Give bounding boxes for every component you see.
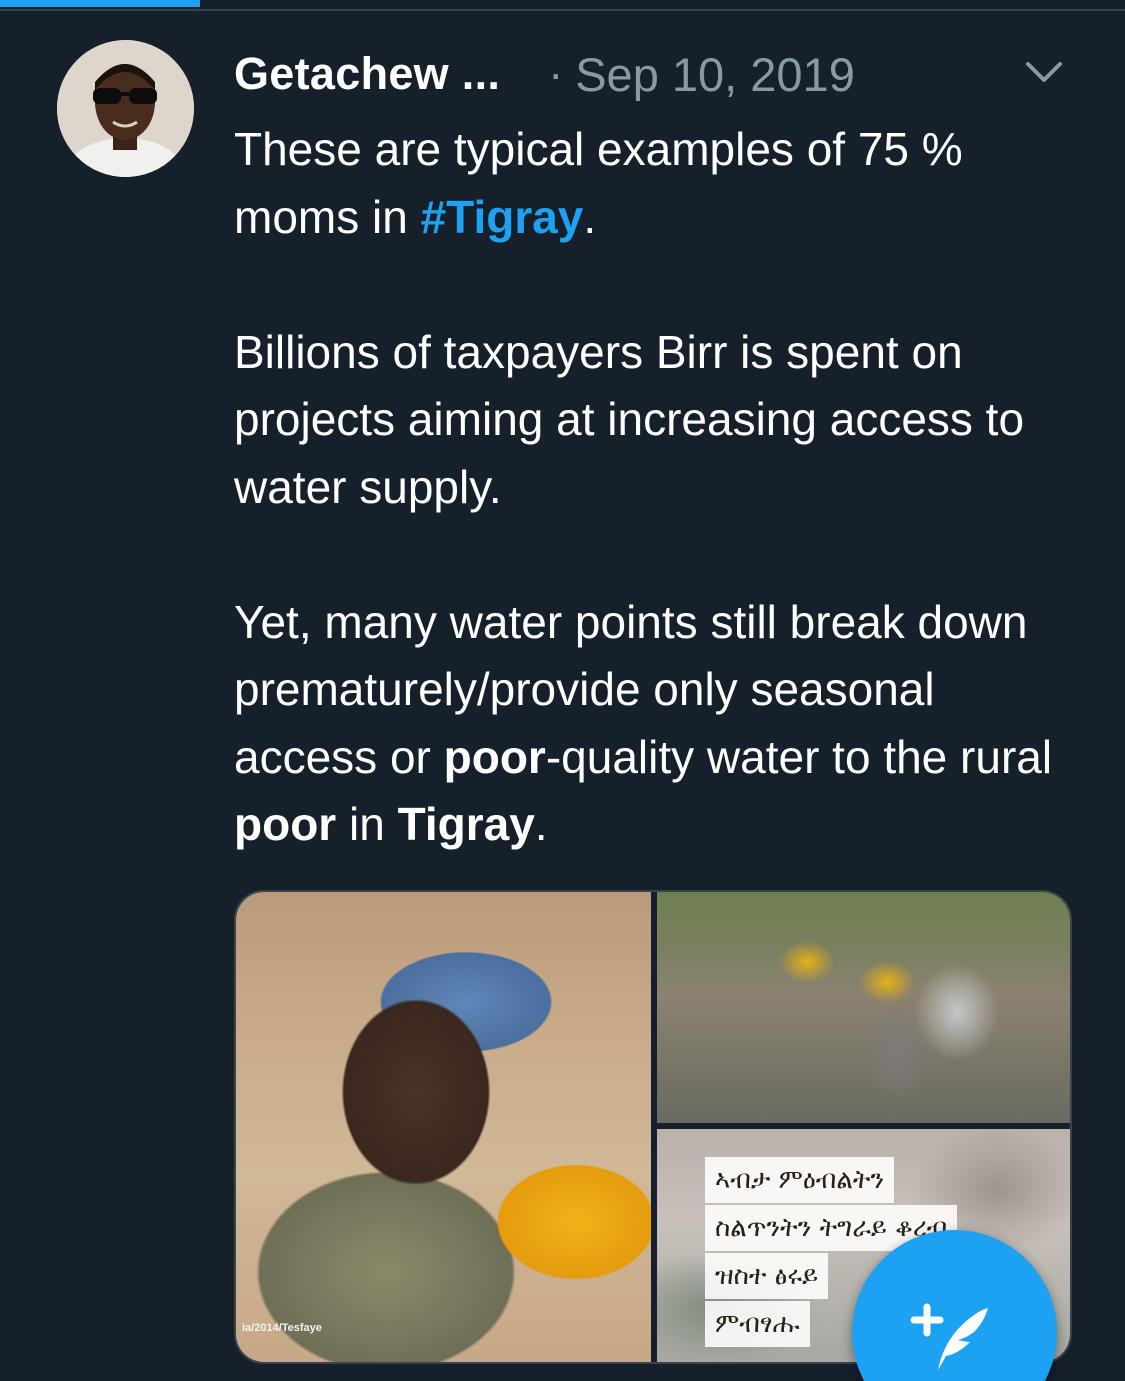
- avatar-portrait: [57, 40, 194, 177]
- top-divider: [0, 9, 1125, 11]
- media-photo-woman[interactable]: ia/2014/Tesfaye: [236, 892, 651, 1362]
- avatar[interactable]: [57, 40, 194, 177]
- tweet-detail-screen: Getachew ... · Sep 10, 2019 These are ty…: [0, 0, 1125, 1381]
- chevron-down-icon[interactable]: [1022, 50, 1066, 94]
- tweet-paragraph-2: Billions of taxpayers Birr is spent on p…: [234, 325, 1025, 513]
- compose-tweet-icon: [910, 1303, 988, 1370]
- media-photo-water-queue[interactable]: [657, 892, 1070, 1123]
- display-name[interactable]: Getachew ...: [234, 48, 500, 100]
- timestamp[interactable]: Sep 10, 2019: [575, 47, 855, 102]
- tweet-header: Getachew ... · Sep 10, 2019: [234, 44, 1084, 104]
- tweet-paragraph-1: These are typical examples of 75 % moms …: [234, 123, 963, 243]
- tweet-text: These are typical examples of 75 % moms …: [234, 116, 1084, 859]
- hashtag-link[interactable]: #Tigray: [421, 191, 584, 243]
- separator-dot: ·: [548, 48, 564, 99]
- tweet-paragraph-3: Yet, many water points still break down …: [234, 595, 1053, 851]
- loading-progress-fill: [0, 0, 200, 7]
- photo-watermark: ia/2014/Tesfaye: [242, 1322, 322, 1334]
